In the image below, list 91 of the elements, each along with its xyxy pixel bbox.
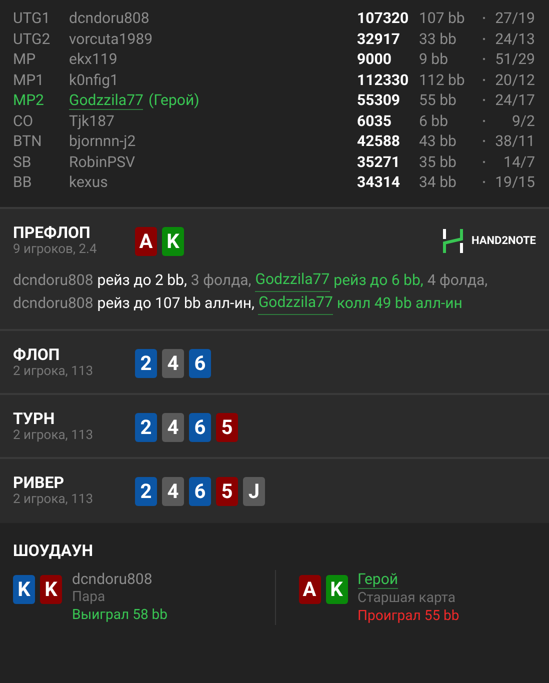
playing-card: 6	[189, 348, 211, 378]
player-name: vorcuta1989	[69, 30, 153, 48]
playing-card: K	[162, 226, 184, 256]
playing-card: K	[13, 574, 35, 604]
stack-amount: 55309	[357, 91, 402, 110]
playing-card: 6	[189, 412, 211, 442]
stack-amount: 34314	[357, 173, 402, 192]
player-link[interactable]: Godzzila77	[69, 90, 144, 110]
playing-card: 4	[162, 476, 184, 506]
street-info: 2 игрока, 113	[13, 428, 94, 442]
stack-bb: 35 bb	[419, 152, 458, 171]
stack-bb: 33 bb	[419, 30, 458, 48]
stack-amount: 42588	[357, 132, 402, 150]
street-title: ПРЕФЛОП	[13, 222, 92, 242]
logo-icon	[442, 228, 464, 252]
playing-card: 4	[162, 348, 184, 378]
hand-combination: Старшая карта	[358, 588, 456, 606]
player-name: RobinPSV	[69, 152, 136, 171]
action-text: рейз до 6 bb,	[334, 270, 424, 290]
street-title: ТУРН	[13, 408, 56, 428]
player-name: ekx119	[69, 50, 118, 68]
player-name: k0nfig1	[69, 70, 118, 89]
hand-result: Выиграл 58 bb	[72, 606, 168, 624]
playing-card: K	[40, 574, 62, 604]
action-text: колл 49 bb алл-ин	[336, 292, 462, 314]
player-link[interactable]: Godzzila77	[255, 268, 330, 292]
player-name: bjornnn-j2	[69, 132, 136, 150]
player-name: Tjk187	[69, 112, 114, 130]
position-label: UTG1	[13, 9, 52, 28]
position-label: CO	[13, 112, 34, 130]
player-name: dcndoru808	[13, 270, 94, 290]
street-title: РИВЕР	[13, 472, 66, 492]
player-stats: 9/2	[510, 112, 535, 130]
player-stats: 20/12	[494, 70, 535, 89]
player-stats: 38/11	[494, 132, 535, 150]
stack-amount: 107320	[357, 9, 410, 28]
position-label: MP1	[13, 70, 45, 89]
player-link[interactable]: Godzzila77	[258, 292, 333, 314]
player-stats: 19/15	[494, 173, 535, 192]
action-text: 4 фолда,	[427, 270, 488, 290]
hero-tag: (Герой)	[148, 91, 200, 110]
showdown-title: ШОУДАУН	[13, 540, 94, 560]
playing-card: 2	[135, 476, 157, 506]
action-text: 3 фолда,	[190, 270, 252, 290]
position-label: BTN	[13, 132, 43, 150]
playing-card: J	[243, 476, 265, 506]
stack-amount: 6035	[357, 112, 392, 130]
hand-result: Проиграл 55 bb	[358, 606, 460, 624]
position-label: UTG2	[13, 30, 52, 48]
player-name: kexus	[69, 173, 108, 192]
stack-amount: 9000	[357, 50, 392, 68]
stack-bb: 43 bb	[419, 132, 458, 150]
player-stats: 24/17	[494, 91, 535, 110]
stack-amount: 35271	[357, 152, 402, 171]
player-stats: 14/7	[502, 152, 535, 171]
player-link[interactable]: Герой	[358, 570, 398, 588]
playing-card: 5	[216, 412, 238, 442]
stack-bb: 34 bb	[419, 173, 458, 192]
street-info: 2 игрока, 113	[13, 364, 94, 378]
playing-card: 6	[189, 476, 211, 506]
stack-bb: 107 bb	[419, 9, 466, 28]
hand-combination: Пара	[72, 588, 106, 606]
position-label: MP2	[13, 91, 45, 110]
position-label: BB	[13, 173, 33, 192]
street-info: 9 игроков, 2.4	[13, 242, 98, 256]
playing-card: K	[326, 574, 348, 604]
street-info: 2 игрока, 113	[13, 492, 94, 506]
playing-card: 5	[216, 476, 238, 506]
stack-amount: 32917	[357, 30, 402, 48]
player-name: dcndoru808	[13, 292, 94, 314]
player-stats: 51/29	[494, 50, 535, 68]
playing-card: A	[135, 226, 157, 256]
playing-card: 4	[162, 412, 184, 442]
action-text: рейз до 2 bb,	[97, 270, 187, 290]
stack-bb: 112 bb	[419, 70, 466, 89]
player-name: dcndoru808	[72, 570, 152, 588]
stack-bb: 6 bb	[419, 112, 449, 130]
stack-amount: 112330	[357, 70, 410, 89]
logo-text: HAND2NOTE	[472, 234, 536, 247]
player-stats: 27/19	[494, 9, 535, 28]
action-text: рейз до 107 bb алл-ин,	[97, 292, 254, 314]
playing-card: 2	[135, 348, 157, 378]
playing-card: A	[298, 574, 320, 604]
player-name: dcndoru808	[69, 9, 150, 28]
stack-bb: 9 bb	[419, 50, 449, 68]
position-label: MP	[13, 50, 37, 68]
position-label: SB	[13, 152, 32, 171]
player-stats: 24/13	[494, 30, 535, 48]
street-title: ФЛОП	[13, 344, 61, 364]
playing-card: 2	[135, 412, 157, 442]
stack-bb: 55 bb	[419, 91, 458, 110]
